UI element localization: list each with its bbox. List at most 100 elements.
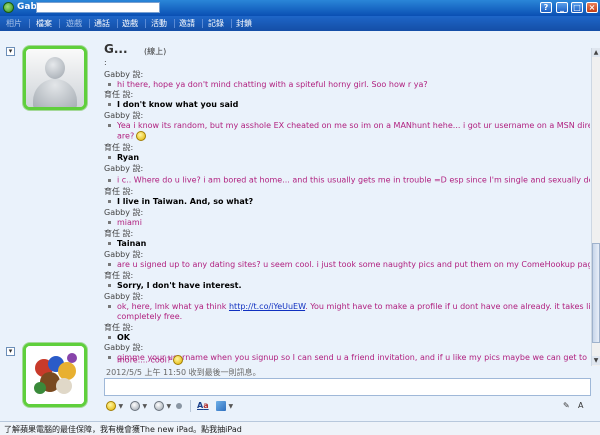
help-button[interactable]: ? xyxy=(540,2,552,13)
contact-name: G... xyxy=(104,42,128,56)
default-avatar-icon xyxy=(26,49,84,107)
nudge-button[interactable]: ▼ xyxy=(154,400,171,412)
menu-photos[interactable]: 相片 xyxy=(6,18,22,29)
background-button[interactable]: ▼ xyxy=(216,400,233,412)
message-input[interactable] xyxy=(104,378,591,396)
menu-separator xyxy=(231,19,232,28)
menu-games-disabled[interactable]: 遊戲 xyxy=(66,18,82,29)
message-text: are u signed up to any dating sites? u s… xyxy=(104,260,590,270)
menu-separator xyxy=(174,19,175,28)
menu-separator xyxy=(202,19,203,28)
smiley-emoticon-icon xyxy=(136,131,147,141)
bullet-icon xyxy=(108,221,111,224)
menu-separator xyxy=(29,19,30,28)
messenger-icon xyxy=(3,2,14,13)
bullet-icon xyxy=(108,178,111,182)
menu-history[interactable]: 記錄 xyxy=(208,18,224,29)
collapse-self-button[interactable]: ▾ xyxy=(6,347,15,356)
message-text: Yea i know its random, but my asshole EX… xyxy=(104,121,590,131)
bullet-icon xyxy=(108,305,111,308)
title-bar: Gabby ? _ □ × xyxy=(0,0,600,16)
contact-status: (線上) xyxy=(144,47,167,56)
scroll-down-icon[interactable]: ▼ xyxy=(592,356,600,365)
message-speaker: 育任 說: xyxy=(104,323,134,332)
message-speaker: 育任 說: xyxy=(104,90,134,99)
compose-toolbar: ▼ ▼ ▼ Aa ▼ ✎ A xyxy=(104,398,591,414)
message-speaker: 育任 說: xyxy=(104,143,134,152)
scroll-up-icon[interactable]: ▲ xyxy=(592,48,600,57)
menu-separator xyxy=(59,19,60,28)
title-name-field xyxy=(36,2,160,13)
message-text: Ryan xyxy=(104,153,584,163)
bullet-icon xyxy=(108,124,111,127)
smiley-icon xyxy=(106,400,116,411)
message-speaker: Gabby 說: xyxy=(104,343,144,352)
bullet-icon xyxy=(108,83,111,86)
voice-clip-icon xyxy=(176,402,182,409)
smiley-emoticon-icon xyxy=(173,355,184,365)
maximize-button[interactable]: □ xyxy=(571,2,583,13)
message-text: ok, here, lmk what ya think http://t.co/… xyxy=(104,302,590,312)
voice-clip-button[interactable] xyxy=(176,400,182,412)
message-speaker: Gabby 說: xyxy=(104,208,144,217)
message-speaker: Gabby 說: xyxy=(104,164,144,173)
message-text: i c.. Where do u live? i am bored at hom… xyxy=(104,175,590,186)
bullet-icon xyxy=(108,263,111,266)
background-icon xyxy=(216,400,226,411)
chat-fragment: : xyxy=(104,58,107,67)
bullet-icon xyxy=(108,336,111,339)
message-text: hi there, hope ya don't mind chatting wi… xyxy=(104,80,584,90)
message-text: Sorry, I don't have interest. xyxy=(104,281,584,291)
menu-invite[interactable]: 邀請 xyxy=(179,18,195,29)
nudge-icon xyxy=(154,400,164,411)
menu-files[interactable]: 檔案 xyxy=(36,18,52,29)
bullet-icon xyxy=(108,242,111,245)
message-text: Tainan xyxy=(104,239,584,249)
last-message-status: 2012/5/5 上午 11:50 收到最後一則訊息。 xyxy=(106,368,261,377)
message-speaker: Gabby 說: xyxy=(104,70,144,79)
message-speaker: 育任 說: xyxy=(104,229,134,238)
menu-activities[interactable]: 活動 xyxy=(151,18,167,29)
self-avatar[interactable] xyxy=(23,343,87,407)
menu-separator xyxy=(145,19,146,28)
message-speaker: 育任 說: xyxy=(104,187,134,196)
message-speaker: 育任 說: xyxy=(104,271,134,280)
message-text: I live in Taiwan. And, so what? xyxy=(104,197,584,207)
handwriting-button[interactable]: ✎ xyxy=(563,400,570,412)
message-text-continued: more.... cool? xyxy=(104,355,584,366)
self-avatar-picture xyxy=(26,346,84,404)
bullet-icon xyxy=(108,156,111,159)
close-button[interactable]: × xyxy=(586,2,598,13)
menu-block[interactable]: 封鎖 xyxy=(236,18,252,29)
minimize-button[interactable]: _ xyxy=(556,2,568,13)
menu-bar: 相片 檔案 遊戲 通話 遊戲 活動 邀請 記錄 封鎖 xyxy=(0,16,600,31)
ad-text[interactable]: 了解蘋果電腦的最佳保障，我有機會獲The new iPad。點我抽iPad xyxy=(4,424,242,435)
message-text: OK xyxy=(104,333,584,343)
wink-button[interactable]: ▼ xyxy=(130,400,147,412)
menu-call[interactable]: 通話 xyxy=(94,18,110,29)
bullet-icon xyxy=(108,200,111,203)
message-text: I don't know what you said xyxy=(104,100,584,110)
wink-icon xyxy=(130,400,140,411)
text-mode-button[interactable]: A xyxy=(578,400,583,412)
message-link[interactable]: http://t.co/iYeUuEW xyxy=(229,302,305,311)
emoticon-button[interactable]: ▼ xyxy=(106,400,123,412)
bullet-icon xyxy=(108,103,111,106)
message-text-continued: are? xyxy=(104,131,584,142)
toolbar-separator xyxy=(190,400,191,412)
chat-scrollbar[interactable]: ▲ ▼ xyxy=(591,48,600,366)
scroll-thumb[interactable] xyxy=(592,243,600,343)
message-speaker: Gabby 說: xyxy=(104,250,144,259)
font-button[interactable]: Aa xyxy=(197,400,209,412)
bullet-icon xyxy=(108,284,111,287)
collapse-contact-button[interactable]: ▾ xyxy=(6,47,15,56)
chat-history[interactable]: : Gabby 說: hi there, hope ya don't mind … xyxy=(104,58,590,364)
menu-games[interactable]: 遊戲 xyxy=(122,18,138,29)
menu-separator xyxy=(89,19,90,28)
message-speaker: Gabby 說: xyxy=(104,292,144,301)
message-speaker: Gabby 說: xyxy=(104,111,144,120)
menu-separator xyxy=(117,19,118,28)
ad-banner[interactable]: 了解蘋果電腦的最佳保障，我有機會獲The new iPad。點我抽iPad xyxy=(0,421,600,435)
contact-avatar[interactable] xyxy=(23,46,87,110)
message-text-continued: completely free. xyxy=(117,312,183,321)
